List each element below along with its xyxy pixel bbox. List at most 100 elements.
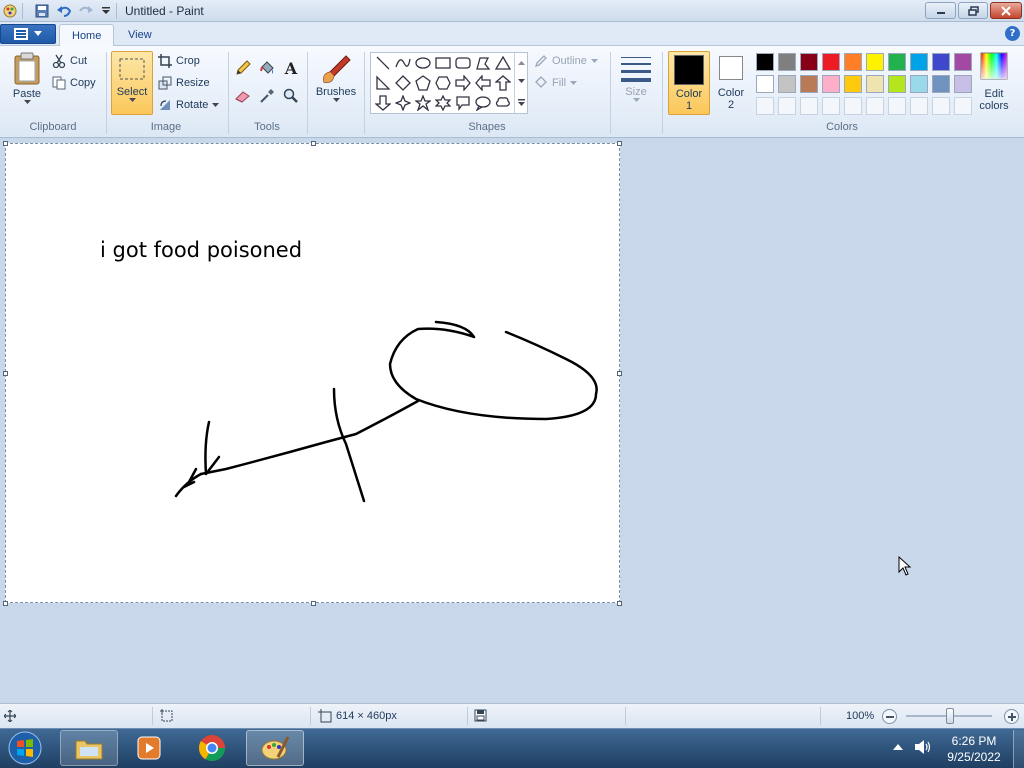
eraser-icon[interactable] xyxy=(233,86,253,106)
outline-button[interactable]: Outline xyxy=(534,52,598,70)
custom-color-slot[interactable] xyxy=(866,97,884,115)
custom-color-slot[interactable] xyxy=(822,97,840,115)
redo-icon[interactable] xyxy=(78,3,94,19)
custom-color-slot[interactable] xyxy=(954,97,972,115)
rounded-rectangle-shape-icon[interactable] xyxy=(453,53,473,73)
pencil-icon[interactable] xyxy=(233,58,253,78)
resize-handle[interactable] xyxy=(617,371,622,376)
down-arrow-shape-icon[interactable] xyxy=(373,93,393,113)
palette-swatch[interactable] xyxy=(932,75,950,93)
volume-icon[interactable] xyxy=(914,739,932,755)
size-button[interactable]: Size xyxy=(616,52,656,116)
zoom-in-button[interactable] xyxy=(1004,709,1019,724)
palette-swatch[interactable] xyxy=(932,53,950,71)
palette-swatch[interactable] xyxy=(866,75,884,93)
magnifier-icon[interactable] xyxy=(281,86,301,106)
cloud-callout-shape-icon[interactable] xyxy=(493,93,513,113)
palette-swatch[interactable] xyxy=(756,75,774,93)
custom-color-slot[interactable] xyxy=(888,97,906,115)
resize-handle[interactable] xyxy=(617,601,622,606)
drawing-canvas[interactable]: i got food poisoned xyxy=(5,143,620,603)
show-desktop-button[interactable] xyxy=(1013,730,1024,768)
palette-swatch[interactable] xyxy=(954,75,972,93)
palette-swatch[interactable] xyxy=(800,75,818,93)
right-triangle-shape-icon[interactable] xyxy=(373,73,393,93)
up-arrow-shape-icon[interactable] xyxy=(493,73,513,93)
palette-swatch[interactable] xyxy=(888,53,906,71)
custom-color-slot[interactable] xyxy=(932,97,950,115)
crop-button[interactable]: Crop xyxy=(158,52,200,70)
hexagon-shape-icon[interactable] xyxy=(433,73,453,93)
zoom-slider-thumb[interactable] xyxy=(946,708,954,724)
customize-quick-access-icon[interactable] xyxy=(98,3,114,19)
palette-swatch[interactable] xyxy=(778,53,796,71)
color1-button[interactable]: Color 1 xyxy=(668,51,710,115)
text-tool-icon[interactable]: A xyxy=(281,58,301,78)
paint-menu-button[interactable] xyxy=(0,24,56,44)
taskbar-paint[interactable] xyxy=(246,730,304,766)
rectangle-shape-icon[interactable] xyxy=(433,53,453,73)
shapes-scroll[interactable] xyxy=(514,53,527,113)
custom-color-slot[interactable] xyxy=(910,97,928,115)
fill-button[interactable]: Fill xyxy=(534,74,578,92)
minimize-button[interactable] xyxy=(925,2,956,19)
zoom-out-button[interactable] xyxy=(882,709,897,724)
fill-bucket-icon[interactable] xyxy=(257,58,277,78)
five-point-star-shape-icon[interactable] xyxy=(413,93,433,113)
resize-handle[interactable] xyxy=(3,141,8,146)
palette-swatch[interactable] xyxy=(910,53,928,71)
palette-swatch[interactable] xyxy=(954,53,972,71)
oval-shape-icon[interactable] xyxy=(413,53,433,73)
resize-handle[interactable] xyxy=(3,371,8,376)
cut-button[interactable]: Cut xyxy=(52,52,87,70)
rotate-button[interactable]: Rotate xyxy=(158,96,220,114)
custom-color-slot[interactable] xyxy=(800,97,818,115)
resize-handle[interactable] xyxy=(617,141,622,146)
copy-button[interactable]: Copy xyxy=(52,74,96,92)
resize-button[interactable]: Resize xyxy=(158,74,210,92)
edit-colors-button[interactable]: Edit colors xyxy=(976,52,1012,116)
resize-handle[interactable] xyxy=(311,601,316,606)
polygon-shape-icon[interactable] xyxy=(473,53,493,73)
palette-swatch[interactable] xyxy=(910,75,928,93)
palette-swatch[interactable] xyxy=(778,75,796,93)
four-point-star-shape-icon[interactable] xyxy=(393,93,413,113)
restore-button[interactable] xyxy=(958,2,988,19)
save-icon[interactable] xyxy=(34,3,50,19)
oval-callout-shape-icon[interactable] xyxy=(473,93,493,113)
palette-swatch[interactable] xyxy=(756,53,774,71)
palette-swatch[interactable] xyxy=(888,75,906,93)
line-shape-icon[interactable] xyxy=(373,53,393,73)
curve-shape-icon[interactable] xyxy=(393,53,413,73)
palette-swatch[interactable] xyxy=(822,53,840,71)
palette-swatch[interactable] xyxy=(800,53,818,71)
undo-icon[interactable] xyxy=(56,3,72,19)
custom-color-slot[interactable] xyxy=(778,97,796,115)
resize-handle[interactable] xyxy=(311,141,316,146)
close-button[interactable] xyxy=(990,2,1022,19)
select-button[interactable]: Select xyxy=(111,51,153,115)
taskbar-explorer[interactable] xyxy=(60,730,118,766)
tab-home[interactable]: Home xyxy=(59,24,115,46)
custom-color-slot[interactable] xyxy=(844,97,862,115)
palette-swatch[interactable] xyxy=(844,53,862,71)
six-point-star-shape-icon[interactable] xyxy=(433,93,453,113)
custom-color-slot[interactable] xyxy=(756,97,774,115)
help-icon[interactable]: ? xyxy=(1005,26,1020,41)
brushes-button[interactable]: Brushes xyxy=(312,52,360,116)
palette-swatch[interactable] xyxy=(866,53,884,71)
color-picker-icon[interactable] xyxy=(257,86,277,106)
triangle-shape-icon[interactable] xyxy=(493,53,513,73)
start-button[interactable] xyxy=(5,730,45,766)
taskbar-chrome[interactable] xyxy=(183,730,241,766)
clock[interactable]: 6:26 PM 9/25/2022 xyxy=(940,732,1008,766)
palette-swatch[interactable] xyxy=(844,75,862,93)
pentagon-shape-icon[interactable] xyxy=(413,73,433,93)
resize-handle[interactable] xyxy=(3,601,8,606)
tab-view[interactable]: View xyxy=(116,24,164,46)
paint-app-icon[interactable] xyxy=(2,3,18,19)
paste-button[interactable]: Paste xyxy=(8,52,46,116)
diamond-shape-icon[interactable] xyxy=(393,73,413,93)
taskbar-media-player[interactable] xyxy=(120,730,178,766)
palette-swatch[interactable] xyxy=(822,75,840,93)
